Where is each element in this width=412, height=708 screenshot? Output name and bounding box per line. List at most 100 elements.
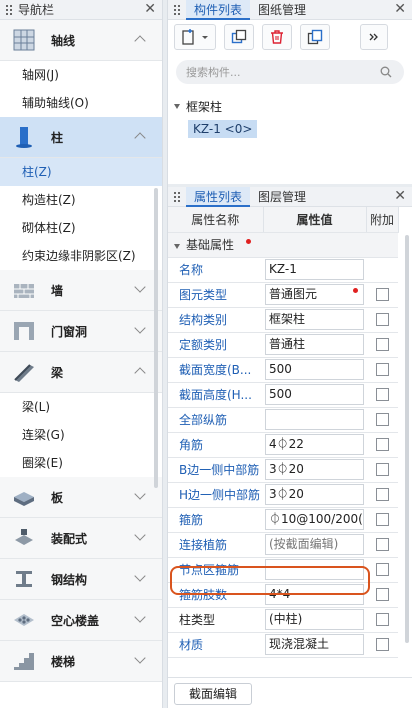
property-row[interactable]: H边一侧中部筋 3⏀20 [168, 482, 398, 508]
tab-layer-management[interactable]: 图层管理 [250, 187, 314, 207]
additional-checkbox[interactable] [375, 288, 389, 301]
nav-item[interactable]: 柱(Z) [0, 158, 162, 186]
property-row[interactable]: 截面高度(H... 500 [168, 382, 398, 408]
nav-item[interactable]: 梁(L) [0, 393, 162, 421]
nav-category-4[interactable]: 梁 [0, 352, 162, 393]
nav-item[interactable]: 构造柱(Z) [0, 186, 162, 214]
additional-checkbox[interactable] [375, 588, 389, 601]
properties-scrollbar[interactable] [405, 235, 409, 643]
nav-category-0[interactable]: 轴线 [0, 20, 162, 61]
nav-category-2[interactable]: 墙 [0, 270, 162, 311]
tab-drawing-management[interactable]: 图纸管理 [250, 0, 314, 20]
property-value-field[interactable]: 现浇混凝土 [265, 634, 364, 655]
property-value-field[interactable]: 框架柱 [265, 309, 364, 330]
property-value-field[interactable]: 4*4 [265, 584, 364, 605]
property-value-field[interactable] [265, 409, 364, 430]
nav-item[interactable]: 圈梁(E) [0, 449, 162, 477]
nav-category-8[interactable]: 空心楼盖 [0, 600, 162, 641]
property-value-field[interactable]: 500 [265, 359, 364, 380]
property-value-field[interactable]: 普通柱 [265, 334, 364, 355]
chevron-up-icon[interactable] [134, 367, 146, 379]
additional-checkbox[interactable] [375, 463, 389, 476]
property-value-field[interactable]: 3⏀20 [265, 484, 364, 505]
property-row[interactable]: 箍筋 ⏀10@100/200(4 [168, 507, 398, 533]
delete-component-button[interactable] [262, 24, 292, 50]
property-value-field[interactable]: 普通图元 [265, 284, 364, 305]
property-row[interactable]: 截面宽度(B... 500 [168, 357, 398, 383]
property-row[interactable]: 节点区箍筋 [168, 557, 398, 583]
property-value-field[interactable]: 500 [265, 384, 364, 405]
chevron-down-icon[interactable] [134, 281, 146, 293]
property-row[interactable]: 全部纵筋 [168, 407, 398, 433]
property-value-field[interactable]: 4⏀22 [265, 434, 364, 455]
property-row[interactable]: 结构类别 框架柱 [168, 307, 398, 333]
section-edit-button[interactable]: 截面编辑 [174, 683, 252, 705]
property-row[interactable]: 柱类型 (中柱) [168, 607, 398, 633]
additional-checkbox[interactable] [375, 388, 389, 401]
additional-checkbox[interactable] [375, 338, 389, 351]
search-icon[interactable] [380, 66, 392, 78]
additional-checkbox[interactable] [375, 413, 389, 426]
additional-checkbox[interactable] [375, 438, 389, 451]
chevron-down-icon[interactable] [134, 488, 146, 500]
tab-property-list[interactable]: 属性列表 [186, 187, 251, 207]
property-row[interactable]: 箍筋肢数 4*4 [168, 582, 398, 608]
property-value-field[interactable]: (按截面编辑) [265, 534, 364, 555]
additional-checkbox[interactable] [375, 363, 389, 376]
nav-category-6[interactable]: 装配式 [0, 518, 162, 559]
copy-component-button[interactable] [224, 24, 254, 50]
tree-item-kz1[interactable]: KZ-1 <0> [188, 120, 258, 138]
group-row-basic[interactable]: 基础属性 [168, 232, 398, 258]
property-value-field[interactable]: ⏀10@100/200(4 [265, 509, 364, 530]
tab-component-list[interactable]: 构件列表 [186, 0, 251, 20]
additional-checkbox[interactable] [375, 613, 389, 626]
property-value-field[interactable]: KZ-1 [265, 259, 364, 280]
additional-checkbox[interactable] [375, 488, 389, 501]
chevron-up-icon[interactable] [134, 35, 146, 47]
property-row[interactable]: 连接植筋 (按截面编辑) [168, 532, 398, 558]
chevron-down-icon[interactable] [134, 611, 146, 623]
layer-copy-button[interactable] [300, 24, 330, 50]
additional-checkbox[interactable] [375, 538, 389, 551]
nav-category-1[interactable]: 柱 [0, 117, 162, 158]
additional-checkbox[interactable] [375, 638, 389, 651]
property-row[interactable]: 名称 KZ-1 [168, 257, 398, 283]
expand-triangle-icon[interactable] [174, 103, 180, 109]
nav-item[interactable]: 轴网(J) [0, 61, 162, 89]
close-icon[interactable]: ✕ [144, 1, 156, 17]
close-icon[interactable]: ✕ [394, 1, 406, 17]
property-row[interactable]: 定额类别 普通柱 [168, 332, 398, 358]
chevron-down-icon[interactable] [134, 652, 146, 664]
property-row[interactable]: 图元类型 普通图元 [168, 282, 398, 308]
nav-scrollbar[interactable] [154, 188, 158, 488]
close-icon[interactable]: ✕ [394, 188, 406, 204]
chevron-up-icon[interactable] [134, 132, 146, 144]
property-value-field[interactable]: (中柱) [265, 609, 364, 630]
additional-checkbox[interactable] [375, 313, 389, 326]
tree-group-frame-column[interactable]: 框架柱 [168, 98, 412, 114]
nav-category-7[interactable]: 钢结构 [0, 559, 162, 600]
chevron-down-icon[interactable] [134, 529, 146, 541]
additional-checkbox[interactable] [375, 513, 389, 526]
component-search-input[interactable]: 搜索构件... [176, 60, 404, 84]
property-row[interactable]: 角筋 4⏀22 [168, 432, 398, 458]
property-value-field[interactable]: 3⏀20 [265, 459, 364, 480]
nav-item[interactable]: 砌体柱(Z) [0, 214, 162, 242]
chevron-down-icon[interactable] [134, 322, 146, 334]
additional-checkbox[interactable] [375, 563, 389, 576]
nav-category-9[interactable]: 楼梯 [0, 641, 162, 682]
nav-item[interactable]: 辅助轴线(O) [0, 89, 162, 117]
property-value-field[interactable] [265, 559, 364, 580]
drag-grip-icon[interactable] [174, 4, 180, 15]
property-row[interactable]: B边一侧中部筋 3⏀20 [168, 457, 398, 483]
drag-grip-icon[interactable] [174, 191, 180, 202]
new-component-button[interactable] [174, 24, 216, 50]
nav-category-5[interactable]: 板 [0, 477, 162, 518]
chevron-down-icon[interactable] [134, 570, 146, 582]
property-row[interactable]: 材质 现浇混凝土 [168, 632, 398, 658]
more-tools-button[interactable] [360, 24, 388, 50]
nav-category-3[interactable]: 门窗洞 [0, 311, 162, 352]
nav-item[interactable]: 约束边缘非阴影区(Z) [0, 242, 162, 270]
collapse-triangle-icon[interactable] [174, 244, 180, 249]
drag-grip-icon[interactable] [6, 4, 12, 15]
